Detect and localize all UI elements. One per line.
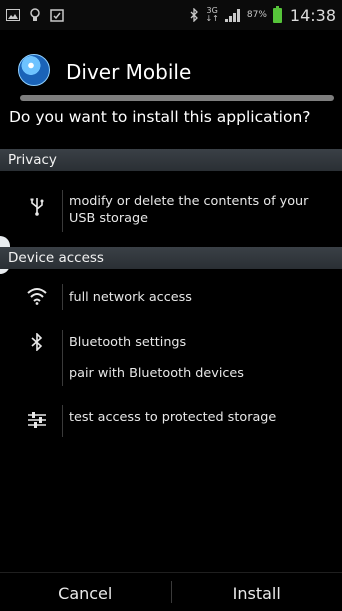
debug-notification-icon — [29, 8, 41, 22]
install-button[interactable]: Install — [172, 580, 342, 604]
wifi-icon — [24, 287, 50, 309]
battery-icon — [273, 8, 282, 23]
app-header: Diver Mobile — [0, 50, 342, 94]
install-question: Do you want to install this application? — [9, 108, 311, 126]
clock: 14:38 — [290, 6, 336, 25]
battery-percent: 87% — [247, 10, 267, 20]
clipboard-notification-icon — [50, 8, 64, 22]
separator — [62, 405, 63, 437]
separator — [62, 284, 63, 310]
install-progress-bar — [20, 95, 334, 101]
separator — [62, 330, 63, 386]
app-icon — [18, 54, 50, 86]
image-notification-icon — [6, 9, 20, 21]
cancel-button[interactable]: Cancel — [0, 580, 171, 604]
bluetooth-icon — [190, 8, 199, 22]
usb-icon — [24, 196, 50, 220]
section-header-device-access: Device access — [0, 247, 342, 269]
permission-bluetooth: Bluetooth settings pair with Bluetooth d… — [69, 334, 244, 382]
permission-usb-storage: modify or delete the contents of your US… — [69, 193, 308, 227]
bluetooth-icon — [24, 333, 50, 355]
separator — [62, 190, 63, 232]
permission-network: full network access — [69, 289, 192, 306]
permission-protected-storage: test access to protected storage — [69, 409, 276, 426]
signal-icon — [225, 9, 241, 22]
status-bar: 3G ↓↑ 87% 14:38 — [0, 0, 342, 30]
3g-icon: 3G ↓↑ — [205, 7, 218, 23]
storage-settings-icon — [24, 411, 50, 433]
section-header-privacy: Privacy — [0, 149, 342, 171]
bottom-button-bar: Cancel Install — [0, 572, 342, 611]
app-name: Diver Mobile — [66, 60, 191, 84]
